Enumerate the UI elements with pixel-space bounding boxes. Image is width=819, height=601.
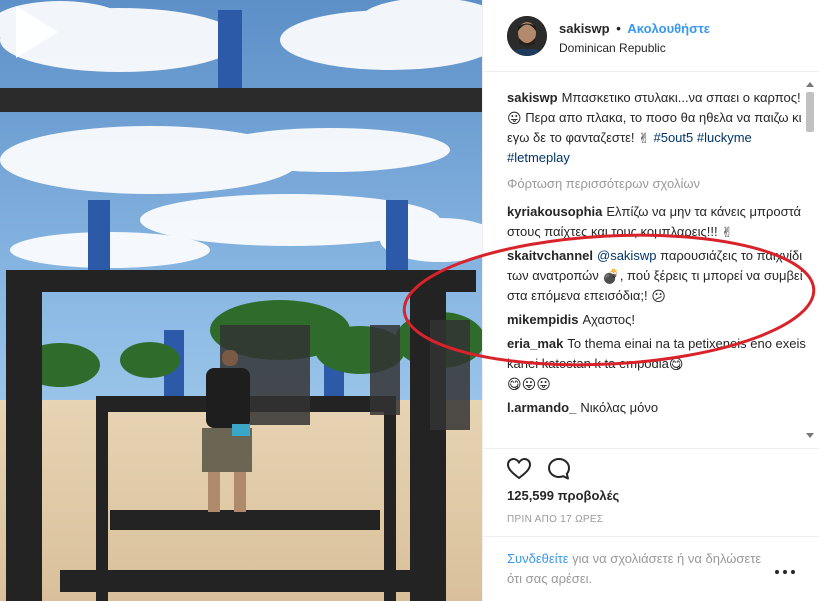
comment-bubble-icon[interactable] [545,455,573,483]
yum-face-icon: 😋 [668,356,684,372]
scroll-thumb[interactable] [806,92,814,132]
header-user-line: sakiswp • Ακολουθήστε [559,21,710,36]
login-link[interactable]: Συνδεθείτε [507,551,569,566]
comment: l.armando_ Νικόλας μόνο [507,398,807,418]
comment-text: Νικόλας μόνο [580,400,659,415]
tongue-emoji-icon: 😛 [507,110,522,126]
play-icon[interactable] [0,0,64,64]
confused-face-icon: 😕 [651,288,666,304]
comment: skaitvchannel @sakiswp παρουσιάζεις το πα… [507,246,807,306]
victory-hand-icon: ✌ [721,224,733,240]
load-more-comments-button[interactable]: Φόρτωση περισσότερων σχολίων [507,174,807,194]
comment-username[interactable]: skaitvchannel [507,248,593,263]
caption-text: Μπασκετικο στυλακι...να σπαει ο καρπος! [561,90,801,105]
emoji-line: 😋😛😛 [507,376,551,392]
comments-scrollbar[interactable] [805,80,815,440]
login-prompt: Συνδεθείτε για να σχολιάσετε ή να δηλώσε… [507,549,767,589]
comment-username[interactable]: kyriakousophia [507,204,602,219]
post-header: sakiswp • Ακολουθήστε Dominican Republic [483,0,819,72]
view-count[interactable]: 125,599 προβολές [507,488,619,503]
hashtag[interactable]: #5out5 [653,130,693,145]
separator-dot: • [616,21,621,36]
comment-text: Αχαστος! [582,312,636,327]
comment-username[interactable]: l.armando_ [507,400,576,415]
caption: sakiswp Μπασκετικο στυλακι...να σπαει ο κ… [507,88,807,168]
video-frame-image [0,0,482,601]
post-video[interactable] [0,0,482,601]
comments-list[interactable]: sakiswp Μπασκετικο στυλακι...να σπαει ο κ… [507,88,807,440]
comment: mikempidis Αχαστος! [507,310,807,330]
scroll-up-arrow-icon[interactable] [806,82,814,87]
hashtag[interactable]: #luckyme [697,130,752,145]
comment: eria_mak To thema einai na ta petixeneis … [507,334,807,394]
heart-icon[interactable] [505,455,533,483]
comment-username[interactable]: mikempidis [507,312,579,327]
caption-username[interactable]: sakiswp [507,90,558,105]
avatar[interactable] [507,16,547,56]
follow-button[interactable]: Ακολουθήστε [627,21,710,36]
hashtag[interactable]: #letmeplay [507,150,570,165]
victory-hand-icon: ✌ [638,130,650,146]
bomb-icon: 💣 [602,268,620,284]
post-panel: sakiswp • Ακολουθήστε Dominican Republic… [482,0,819,601]
scroll-down-arrow-icon[interactable] [806,433,814,438]
post-location[interactable]: Dominican Republic [559,41,666,55]
post-timestamp[interactable]: ΠΡΙΝ ΑΠΟ 17 ΩΡΕΣ [507,514,603,525]
header-username[interactable]: sakiswp [559,21,610,36]
mention-link[interactable]: @sakiswp [597,248,656,263]
more-options-icon[interactable] [775,565,797,579]
comment-username[interactable]: eria_mak [507,336,563,351]
comment: kyriakousophia Ελπίζω να μην τα κάνεις μπ… [507,202,807,242]
login-footer: Συνδεθείτε για να σχολιάσετε ή να δηλώσε… [483,536,819,601]
